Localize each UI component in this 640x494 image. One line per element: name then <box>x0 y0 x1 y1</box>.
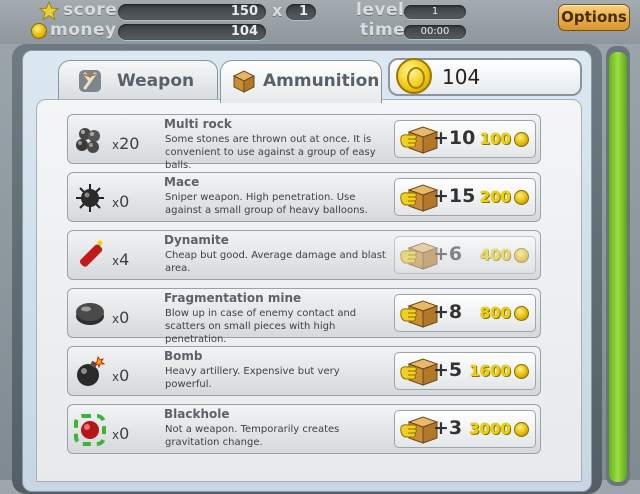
buy-quantity: +5 <box>433 359 463 381</box>
rocks-icon <box>76 128 100 153</box>
ammo-description: Blow up in case of enemy contact and sca… <box>165 308 357 345</box>
buy-quantity: +15 <box>433 185 476 207</box>
multiplier-value: 1 <box>286 4 316 20</box>
ammo-description: Some stones are thrown out at once. It i… <box>165 134 376 171</box>
buy-button[interactable]: +10 100 <box>394 120 536 158</box>
price-coin-icon <box>514 306 529 321</box>
options-button[interactable]: Options <box>558 4 630 31</box>
money-label: money <box>50 20 117 40</box>
coins-display: 104 <box>388 58 582 96</box>
money-value: 104 <box>118 24 266 40</box>
price-coin-icon <box>514 132 529 147</box>
price-coin-icon <box>514 422 529 437</box>
crate-icon <box>232 70 256 93</box>
buy-price: 100 <box>479 130 511 148</box>
time-value: 00:00 <box>404 25 466 39</box>
buy-price: 3000 <box>469 420 511 438</box>
tab-weapon-label: Weapon <box>117 71 195 91</box>
ammo-name: Multi rock <box>164 117 232 131</box>
ammo-count: x0 <box>112 308 130 327</box>
buy-quantity: +8 <box>433 301 463 323</box>
ammo-description: Heavy artillery. Expensive but very powe… <box>165 366 340 390</box>
ammo-row-mace: x0 Mace Sniper weapon. High penetration.… <box>67 172 541 222</box>
ammo-row-multi-rock: x20 Multi rock Some stones are thrown ou… <box>67 114 541 171</box>
ammo-count: x4 <box>112 250 130 269</box>
buy-price: 1600 <box>469 362 511 380</box>
spiked-mace-icon <box>76 184 104 212</box>
ammo-name: Mace <box>164 175 200 189</box>
ammo-row-dynamite: x4 Dynamite Cheap but good. Average dama… <box>67 230 541 280</box>
buy-button[interactable]: +8 800 <box>394 294 536 332</box>
bomb-icon <box>77 356 106 386</box>
ammo-row-bomb: x0 Bomb Heavy artillery. Expensive but v… <box>67 346 541 396</box>
slingshot-icon <box>79 70 101 92</box>
multiplier-label: x <box>272 1 283 20</box>
tab-ammunition[interactable]: Ammunition <box>220 60 382 103</box>
ammo-row-blackhole: x0 Blackhole Not a weapon. Temporarily c… <box>67 404 541 454</box>
ammo-description: Sniper weapon. High penetration. Use aga… <box>165 192 368 216</box>
ammunition-list: x20 Multi rock Some stones are thrown ou… <box>36 99 582 482</box>
ammo-count: x0 <box>112 424 130 443</box>
ammo-description: Cheap but good. Average damage and blast… <box>165 250 386 274</box>
buy-price: 800 <box>479 304 511 322</box>
mine-icon <box>76 303 104 325</box>
side-progress-fill <box>609 52 627 482</box>
blackhole-icon <box>74 414 106 446</box>
buy-price: 200 <box>479 188 511 206</box>
buy-button[interactable]: +6 400 <box>394 236 536 274</box>
level-label: level <box>356 0 405 20</box>
dynamite-icon <box>79 240 103 267</box>
coin-icon <box>396 58 432 94</box>
ammo-count: x0 <box>112 366 130 385</box>
ammo-name: Blackhole <box>164 407 230 421</box>
price-coin-icon <box>514 248 529 263</box>
price-coin-icon <box>514 364 529 379</box>
ammo-name: Fragmentation mine <box>164 291 302 305</box>
buy-button[interactable]: +15 200 <box>394 178 536 216</box>
ammo-count: x20 <box>112 134 140 153</box>
buy-quantity: +6 <box>433 243 463 265</box>
buy-button[interactable]: +3 3000 <box>394 410 536 448</box>
ammo-row-fragmentation-mine: x0 Fragmentation mine Blow up in case of… <box>67 288 541 345</box>
tab-ammunition-label: Ammunition <box>263 71 380 91</box>
price-coin-icon <box>514 190 529 205</box>
side-progress-bar <box>606 46 630 486</box>
buy-quantity: +3 <box>433 417 463 439</box>
score-label: score <box>63 0 118 20</box>
star-icon <box>39 1 59 21</box>
ammo-description: Not a weapon. Temporarily creates gravit… <box>165 424 340 448</box>
money-coin-icon <box>31 23 47 39</box>
time-label: time <box>360 20 406 40</box>
top-hud: score 150 x 1 money 104 level 1 time 00:… <box>0 0 640 44</box>
coins-value: 104 <box>442 65 481 89</box>
buy-quantity: +10 <box>433 127 476 149</box>
level-value: 1 <box>404 5 466 19</box>
ammo-name: Bomb <box>164 349 203 363</box>
buy-price: 400 <box>479 246 511 264</box>
ammo-name: Dynamite <box>164 233 229 247</box>
buy-button[interactable]: +5 1600 <box>394 352 536 390</box>
ammo-count: x0 <box>112 192 130 211</box>
tab-weapon[interactable]: Weapon <box>58 60 218 101</box>
score-value: 150 <box>118 4 266 20</box>
